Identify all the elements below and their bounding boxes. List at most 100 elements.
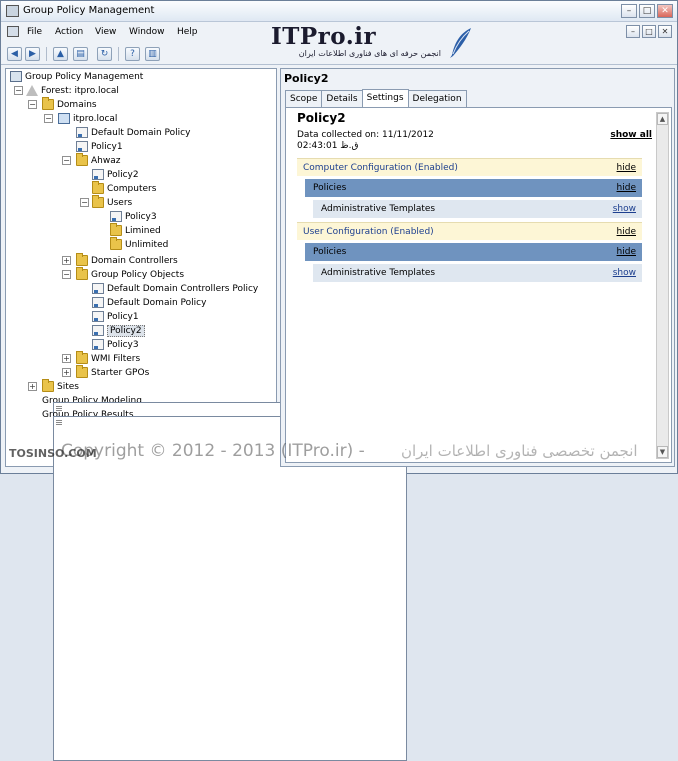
up-level-button[interactable]: ▲ bbox=[53, 47, 68, 61]
tab-scope[interactable]: Scope bbox=[285, 90, 323, 107]
folder-icon bbox=[76, 365, 88, 378]
tree-users-policy3-link[interactable]: Policy3 bbox=[110, 210, 157, 223]
wmi-expand-toggle[interactable]: + bbox=[62, 354, 71, 363]
show-all-link[interactable]: show all bbox=[610, 130, 652, 140]
back-button[interactable]: ◀ bbox=[7, 47, 22, 61]
show-hide-console-tree-button[interactable]: ▤ bbox=[73, 47, 88, 61]
ahwaz-collapse-toggle[interactable]: − bbox=[62, 156, 71, 165]
scroll-up-arrow-icon[interactable]: ▲ bbox=[657, 113, 668, 125]
minimize-button[interactable]: – bbox=[621, 4, 637, 18]
menu-help[interactable]: Help bbox=[177, 27, 198, 37]
refresh-button[interactable]: ↻ bbox=[97, 47, 112, 61]
ou-folder-icon bbox=[92, 181, 104, 194]
ou-folder-icon bbox=[110, 237, 122, 250]
gpo-icon bbox=[92, 325, 104, 336]
starter-expand-toggle[interactable]: + bbox=[62, 368, 71, 377]
tab-strip: Scope Details Settings Delegation bbox=[285, 89, 467, 107]
tree-domain-itpro[interactable]: itpro.local bbox=[58, 112, 117, 125]
tree-gpo-item[interactable]: Policy3 bbox=[92, 338, 139, 351]
gpm-window: Group Policy Management – □ ✕ File Actio… bbox=[0, 0, 678, 761]
tree-domain-controllers[interactable]: Domain Controllers bbox=[76, 253, 178, 267]
gpo-icon bbox=[92, 283, 104, 294]
tree-ou-computers[interactable]: Computers bbox=[92, 181, 156, 195]
close-button[interactable]: ✕ bbox=[657, 4, 673, 18]
tree-ou-limined[interactable]: Limined bbox=[110, 223, 161, 237]
user-policies-hide-link[interactable]: hide bbox=[617, 247, 636, 257]
tree-gpo-item-selected[interactable]: Policy2 bbox=[92, 324, 145, 337]
user-admin-templates-show-link[interactable]: show bbox=[613, 268, 636, 278]
window-title: Group Policy Management bbox=[23, 5, 155, 16]
gpo-icon bbox=[92, 311, 104, 322]
domains-collapse-toggle[interactable]: − bbox=[28, 100, 37, 109]
maximize-button[interactable]: □ bbox=[639, 4, 655, 18]
domain-controllers-expand-toggle[interactable]: + bbox=[62, 256, 71, 265]
tree-root[interactable]: Group Policy Management bbox=[10, 70, 143, 83]
feather-icon bbox=[450, 28, 471, 58]
user-config-hide-link[interactable]: hide bbox=[617, 227, 636, 237]
logo-tagline: انجمن حرفه ای های فناوری اطلاعات ایران bbox=[298, 49, 441, 58]
tree-ahwaz-policy2-link[interactable]: Policy2 bbox=[92, 168, 139, 181]
window-controls: – □ ✕ bbox=[621, 4, 673, 18]
folder-icon bbox=[42, 97, 54, 110]
menu-view[interactable]: View bbox=[95, 27, 116, 37]
computer-config-hide-link[interactable]: hide bbox=[617, 163, 636, 173]
gpo-link-icon bbox=[92, 169, 104, 180]
gpo-container-collapse-toggle[interactable]: − bbox=[62, 270, 71, 279]
menu-window[interactable]: Window bbox=[129, 27, 165, 37]
tree-ou-unlimited[interactable]: Unlimited bbox=[110, 237, 168, 251]
copyright-watermark-fa: انجمن تخصصی فناوری اطلاعات ایران bbox=[401, 442, 638, 460]
ou-folder-icon bbox=[110, 223, 122, 236]
computer-policies-label: Policies bbox=[313, 183, 347, 193]
child-close-button[interactable]: ✕ bbox=[658, 25, 672, 38]
computer-admin-templates-label: Administrative Templates bbox=[321, 204, 436, 214]
tree-domains[interactable]: Domains bbox=[42, 97, 97, 111]
mmc-menu-icon[interactable] bbox=[7, 26, 19, 37]
title-bar[interactable]: Group Policy Management – □ ✕ bbox=[1, 1, 677, 22]
menu-file[interactable]: File bbox=[27, 27, 42, 37]
user-policies-section: Policies hide bbox=[305, 243, 642, 261]
tree-gpo-item[interactable]: Policy1 bbox=[92, 310, 139, 323]
computer-admin-templates-show-link[interactable]: show bbox=[613, 204, 636, 214]
tree-policy1-link[interactable]: Policy1 bbox=[76, 140, 123, 153]
user-admin-templates-section: Administrative Templates show bbox=[313, 264, 642, 282]
scroll-down-arrow-icon[interactable]: ▼ bbox=[657, 446, 668, 458]
tree-forest[interactable]: Forest: itpro.local bbox=[26, 84, 119, 97]
tree-ou-users[interactable]: Users bbox=[92, 195, 132, 209]
tree-gp-results[interactable]: Group Policy Results bbox=[42, 408, 407, 761]
tab-delegation[interactable]: Delegation bbox=[407, 90, 467, 107]
tree-default-domain-policy-link[interactable]: Default Domain Policy bbox=[76, 126, 190, 139]
tree-wmi-filters[interactable]: WMI Filters bbox=[76, 351, 140, 365]
users-collapse-toggle[interactable]: − bbox=[80, 198, 89, 207]
user-config-label: User Configuration (Enabled) bbox=[303, 226, 434, 237]
child-restore-button[interactable]: □ bbox=[642, 25, 656, 38]
help-button[interactable]: ? bbox=[125, 47, 140, 61]
menu-action[interactable]: Action bbox=[55, 27, 83, 37]
tree-starter-gpos[interactable]: Starter GPOs bbox=[76, 365, 149, 379]
computer-policies-hide-link[interactable]: hide bbox=[617, 183, 636, 193]
logo-brand: ITPro.ir bbox=[271, 23, 377, 50]
forest-collapse-toggle[interactable]: − bbox=[14, 86, 23, 95]
ou-folder-icon bbox=[76, 253, 88, 266]
gpo-icon bbox=[92, 297, 104, 308]
properties-button[interactable]: ▥ bbox=[145, 47, 160, 61]
domain-collapse-toggle[interactable]: − bbox=[44, 114, 53, 123]
folder-icon bbox=[76, 351, 88, 364]
report-scrollbar[interactable]: ▲ ▼ bbox=[656, 112, 669, 459]
tab-settings[interactable]: Settings bbox=[361, 89, 409, 107]
tree-group-policy-objects[interactable]: Group Policy Objects bbox=[76, 267, 184, 281]
tree-gpo-item[interactable]: Default Domain Policy bbox=[92, 296, 206, 309]
tree-ou-ahwaz[interactable]: Ahwaz bbox=[76, 153, 120, 167]
computer-config-section: Computer Configuration (Enabled) hide bbox=[297, 158, 642, 176]
child-window-controls: – □ ✕ bbox=[626, 25, 672, 38]
toolbar-separator bbox=[46, 47, 47, 61]
sites-expand-toggle[interactable]: + bbox=[28, 382, 37, 391]
tree-gpo-item[interactable]: Default Domain Controllers Policy bbox=[92, 282, 258, 295]
forward-button[interactable]: ▶ bbox=[25, 47, 40, 61]
computer-policies-section: Policies hide bbox=[305, 179, 642, 197]
tree-sites[interactable]: Sites bbox=[42, 379, 79, 393]
ou-folder-icon bbox=[92, 195, 104, 208]
child-minimize-button[interactable]: – bbox=[626, 25, 640, 38]
tab-details[interactable]: Details bbox=[321, 90, 363, 107]
console-tree[interactable]: Group Policy Management − Forest: itpro.… bbox=[5, 68, 407, 761]
tree-gp-modeling[interactable]: Group Policy Modeling bbox=[42, 394, 407, 747]
